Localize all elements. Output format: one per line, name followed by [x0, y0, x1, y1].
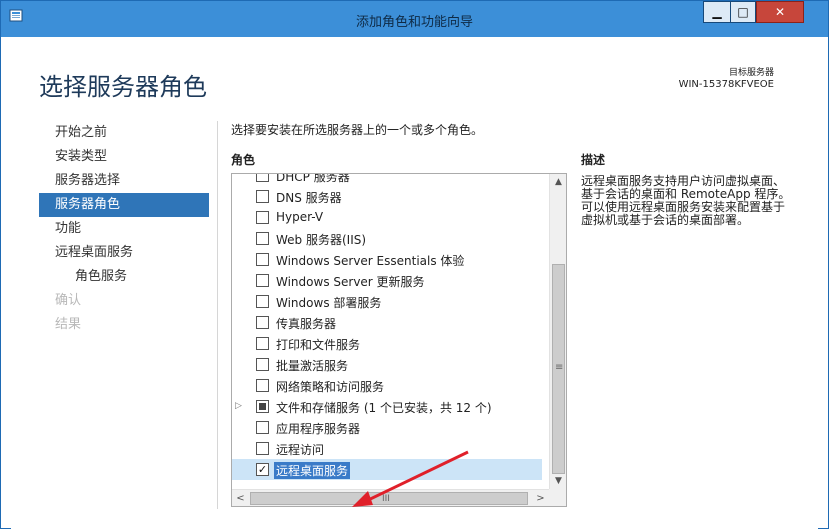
role-row[interactable]: 传真服务器: [232, 312, 542, 333]
nav-item-results: 结果: [55, 317, 82, 332]
role-row[interactable]: ▷ 文件和存储服务 (1 个已安装，共 12 个): [232, 396, 542, 417]
description-text: 远程桌面服务支持用户访问虚拟桌面、基于会话的桌面和 RemoteApp 程序。可…: [581, 174, 791, 227]
role-label: Windows Server Essentials 体验: [276, 254, 465, 268]
horizontal-scroll-thumb[interactable]: III: [250, 492, 528, 505]
role-row[interactable]: Windows 部署服务: [232, 291, 542, 312]
role-row[interactable]: 打印和文件服务: [232, 333, 542, 354]
close-icon: ✕: [774, 5, 786, 19]
role-row[interactable]: 网络策略和访问服务: [232, 375, 542, 396]
nav-item-installation-type[interactable]: 安装类型: [39, 145, 209, 169]
role-checkbox[interactable]: [256, 274, 269, 287]
role-checkbox[interactable]: [256, 316, 269, 329]
horizontal-scrollbar[interactable]: < III >: [232, 489, 549, 506]
role-checkbox[interactable]: [256, 358, 269, 371]
role-checkbox[interactable]: [256, 211, 269, 224]
nav-item-server-selection[interactable]: 服务器选择: [39, 169, 209, 193]
description-heading: 描述: [581, 153, 606, 167]
target-server-label: 目标服务器: [728, 68, 774, 78]
maximize-button[interactable]: □: [730, 1, 756, 23]
wizard-nav: 开始之前 安装类型 服务器选择 服务器角色 功能 远程桌面服务 角色服务 确认 …: [39, 121, 209, 337]
role-checkbox[interactable]: [256, 400, 269, 413]
role-row[interactable]: 远程访问: [232, 438, 542, 459]
nav-item-remote-desktop-services[interactable]: 远程桌面服务: [39, 241, 209, 265]
role-row[interactable]: DNS 服务器: [232, 186, 542, 207]
nav-item-server-roles[interactable]: 服务器角色: [39, 193, 209, 217]
scroll-right-icon[interactable]: >: [533, 491, 548, 506]
role-row[interactable]: Windows Server 更新服务: [232, 270, 542, 291]
nav-item-role-services[interactable]: 角色服务: [39, 265, 209, 289]
role-row[interactable]: Windows Server Essentials 体验: [232, 249, 542, 270]
role-label: Windows Server 更新服务: [276, 275, 425, 289]
role-checkbox[interactable]: [256, 421, 269, 434]
divider: [217, 121, 218, 509]
role-row[interactable]: Hyper-V: [232, 207, 542, 228]
role-checkbox[interactable]: [256, 379, 269, 392]
title-bar[interactable]: 添加角色和功能向导 ▁ □ ✕: [1, 1, 828, 37]
role-label: Hyper-V: [276, 210, 324, 224]
maximize-icon: □: [737, 5, 749, 19]
nav-item-features[interactable]: 功能: [39, 217, 209, 241]
nav-item-before-you-begin[interactable]: 开始之前: [39, 121, 209, 145]
instruction-text: 选择要安装在所选服务器上的一个或多个角色。: [231, 123, 484, 137]
role-row[interactable]: DHCP 服务器: [232, 173, 542, 186]
role-checkbox[interactable]: [256, 253, 269, 266]
vertical-scroll-thumb[interactable]: ≡: [552, 264, 565, 474]
close-button[interactable]: ✕: [756, 1, 804, 23]
nav-item-confirmation: 确认: [55, 293, 82, 308]
role-label: 传真服务器: [276, 317, 337, 331]
role-row[interactable]: 批量激活服务: [232, 354, 542, 375]
scroll-left-icon[interactable]: <: [233, 491, 248, 506]
expand-chevron-icon[interactable]: ▷: [235, 401, 243, 411]
vertical-scrollbar[interactable]: ▲ ≡ ▼: [549, 174, 566, 490]
role-checkbox[interactable]: [256, 174, 269, 182]
role-label: Web 服务器(IIS): [276, 233, 367, 247]
role-checkbox[interactable]: [256, 295, 269, 308]
scrollbar-corner: [549, 489, 566, 506]
wizard-window: 添加角色和功能向导 ▁ □ ✕ 选择服务器角色 目标服务器 WIN-15378K…: [0, 0, 829, 529]
target-server-name: WIN-15378KFVEOE: [678, 79, 774, 90]
wizard-content: 选择服务器角色 目标服务器 WIN-15378KFVEOE 开始之前 安装类型 …: [11, 37, 818, 529]
role-checkbox-checked[interactable]: ✓: [256, 463, 269, 476]
minimize-icon: ▁: [712, 5, 722, 19]
role-label: 打印和文件服务: [276, 338, 361, 352]
role-checkbox[interactable]: [256, 232, 269, 245]
role-row[interactable]: 应用程序服务器: [232, 417, 542, 438]
role-label: DHCP 服务器: [276, 173, 350, 184]
role-row-selected[interactable]: ✓ 远程桌面服务: [232, 459, 542, 480]
roles-heading: 角色: [231, 153, 256, 167]
grip-icon: ≡: [555, 362, 564, 373]
role-label: Windows 部署服务: [276, 296, 382, 310]
scroll-up-icon[interactable]: ▲: [551, 175, 566, 190]
role-checkbox[interactable]: [256, 442, 269, 455]
role-row[interactable]: Web 服务器(IIS): [232, 228, 542, 249]
role-label: 远程访问: [276, 443, 325, 457]
role-label: 网络策略和访问服务: [276, 380, 385, 394]
roles-rows: DHCP 服务器 DNS 服务器 Hyper-V Web 服务器(IIS) Wi…: [232, 173, 542, 480]
page-title: 选择服务器角色: [39, 73, 207, 101]
grip-icon: III: [382, 494, 390, 504]
role-label: 批量激活服务: [276, 359, 349, 373]
role-label: DNS 服务器: [276, 191, 342, 205]
scroll-down-icon[interactable]: ▼: [551, 474, 566, 489]
role-label: 文件和存储服务 (1 个已安装，共 12 个): [276, 401, 492, 415]
roles-list[interactable]: DHCP 服务器 DNS 服务器 Hyper-V Web 服务器(IIS) Wi…: [231, 173, 567, 507]
role-label: 远程桌面服务: [274, 462, 351, 479]
minimize-button[interactable]: ▁: [703, 1, 731, 23]
role-checkbox[interactable]: [256, 190, 269, 203]
role-checkbox[interactable]: [256, 337, 269, 350]
role-label: 应用程序服务器: [276, 422, 361, 436]
